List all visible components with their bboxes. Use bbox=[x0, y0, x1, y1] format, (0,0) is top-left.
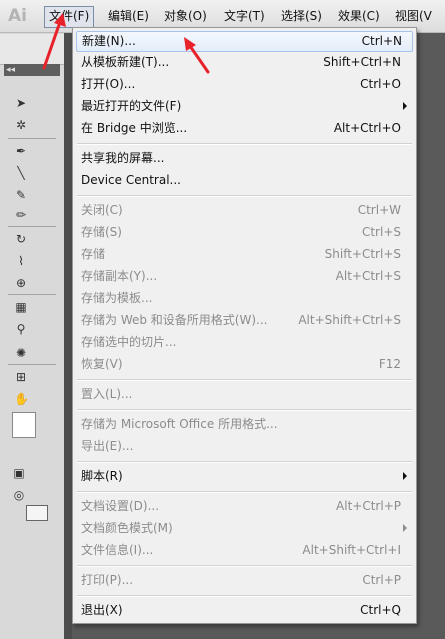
annotation-arrow-icon bbox=[184, 37, 210, 74]
annotation-arrows bbox=[42, 13, 210, 74]
annotation-arrow-icon bbox=[42, 13, 66, 70]
